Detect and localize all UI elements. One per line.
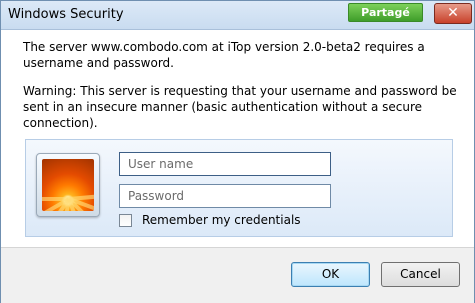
password-input[interactable]: [119, 184, 331, 208]
credential-panel: Remember my credentials: [25, 139, 453, 237]
remember-credentials-checkbox[interactable]: [119, 214, 132, 227]
warning-message: Warning: This server is requesting that …: [23, 84, 457, 130]
ok-button[interactable]: OK: [291, 262, 370, 287]
close-button[interactable]: ✕: [434, 3, 472, 24]
dialog-footer: OK Cancel: [1, 247, 474, 303]
user-avatar-frame: [36, 153, 100, 217]
remember-credentials-label[interactable]: Remember my credentials: [142, 213, 301, 227]
share-button[interactable]: Partagé: [348, 3, 423, 22]
dialog-title: Windows Security: [8, 7, 124, 22]
server-message: The server www.combodo.com at iTop versi…: [23, 40, 425, 70]
username-input[interactable]: [119, 152, 331, 176]
flower-avatar-icon: [42, 159, 94, 211]
title-bar: Windows Security Partagé ✕: [1, 1, 474, 30]
windows-security-dialog: Windows Security Partagé ✕ The server ww…: [0, 0, 475, 303]
close-icon: ✕: [447, 5, 459, 21]
cancel-button[interactable]: Cancel: [381, 262, 460, 287]
